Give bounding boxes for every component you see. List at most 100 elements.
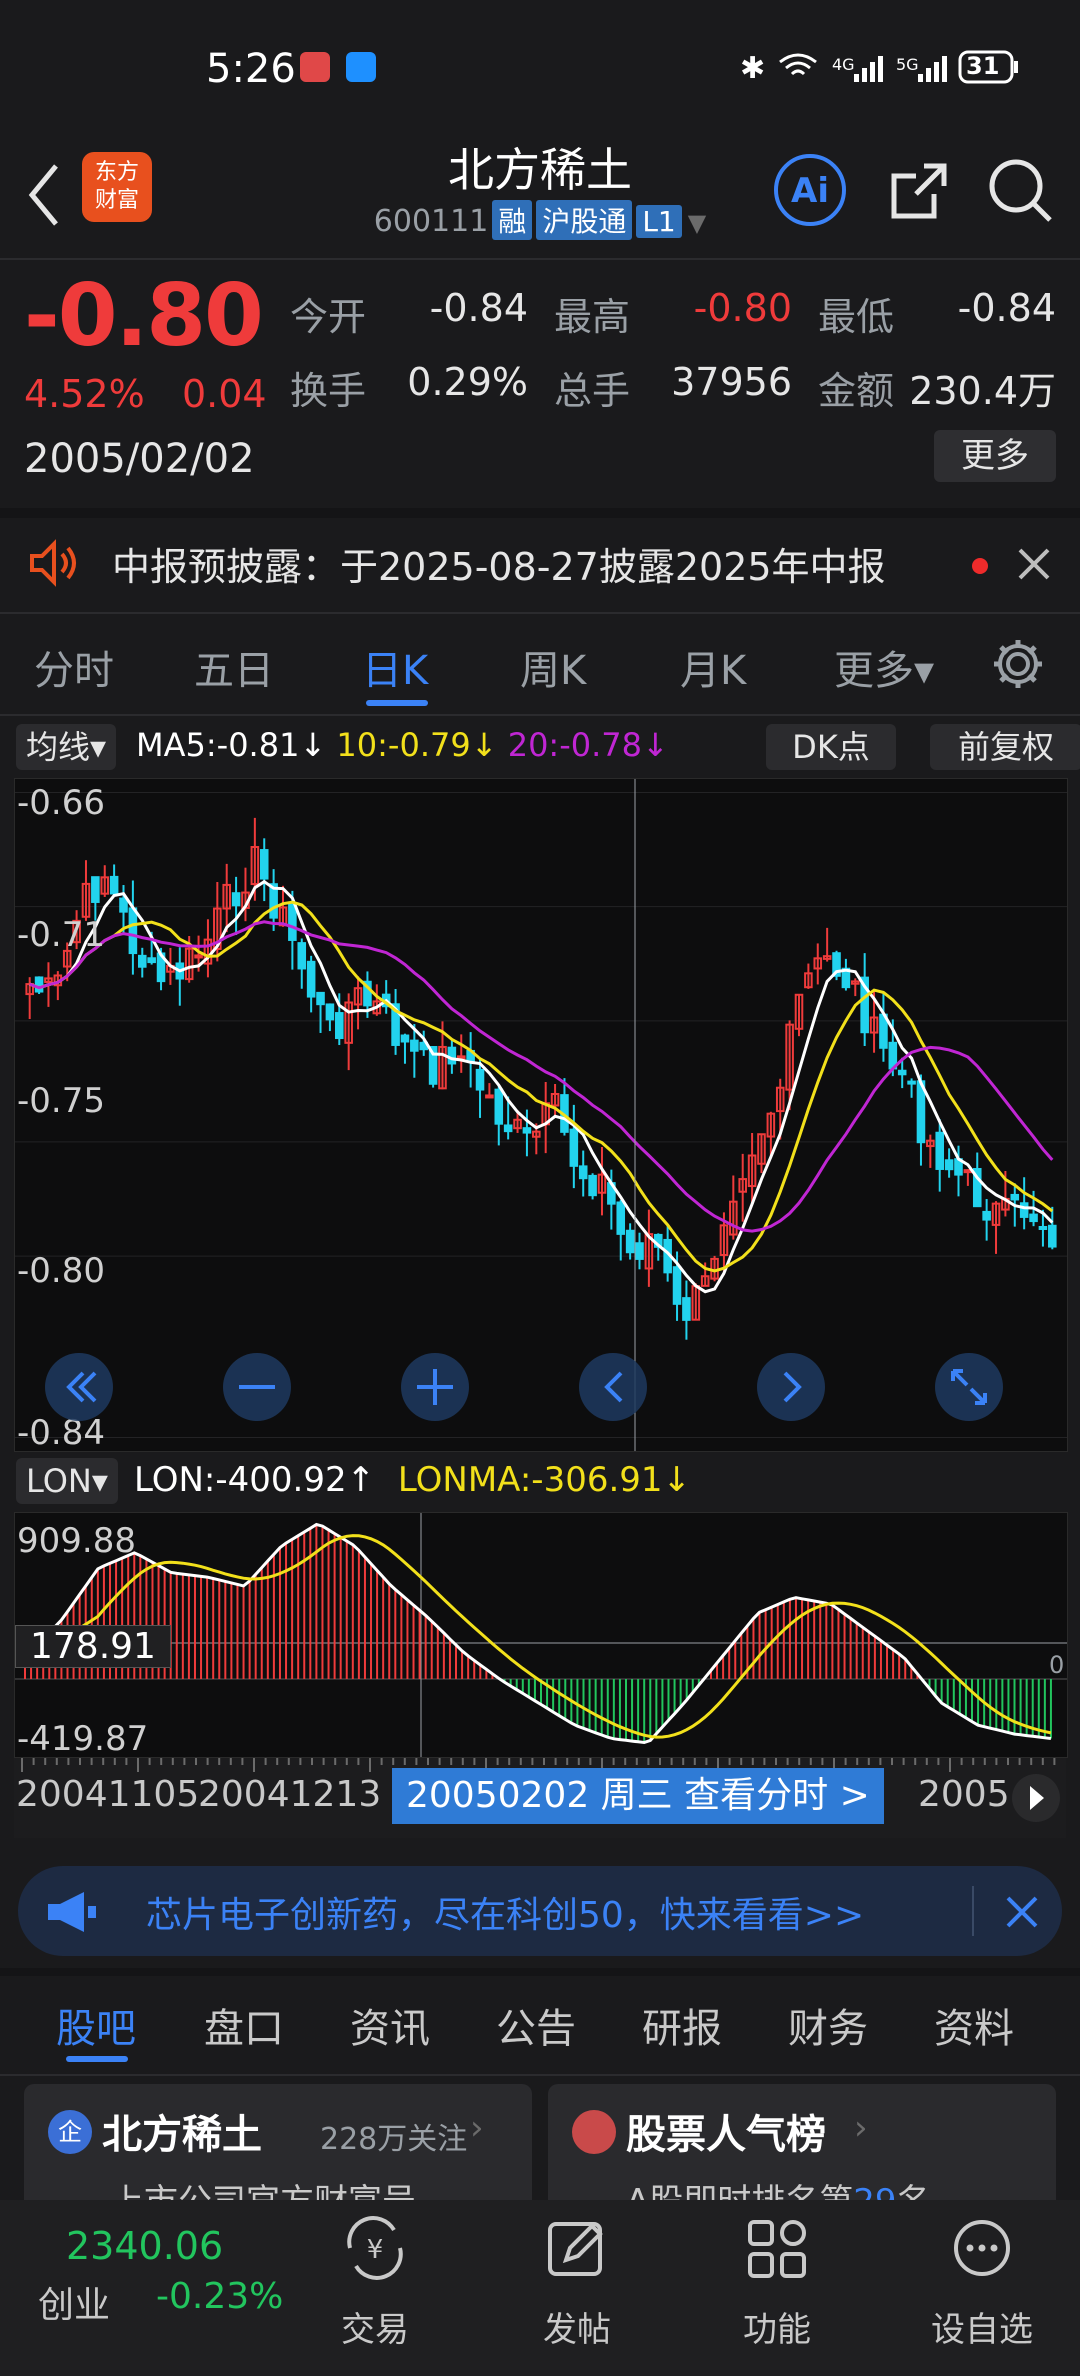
ad-text: 芯片电子创新药，尽在科创50，快来看看>> [146, 1895, 865, 1936]
candle-body [1048, 1224, 1057, 1248]
notice-bar[interactable]: 中报预披露：于2025-08-27披露2025年中报 [0, 518, 1080, 610]
date-axis: 20041105 20041213 20050202 周三 查看分时 > 200… [14, 1758, 1066, 1838]
tab-announcements[interactable]: 公告 [496, 1996, 576, 2054]
candle-body [982, 1210, 991, 1221]
divider [0, 258, 1080, 260]
svg-text:5G: 5G [896, 55, 919, 74]
gear-icon[interactable] [990, 636, 1046, 692]
candle-body [588, 1174, 597, 1197]
battery-level: 31 [966, 52, 1000, 80]
candle-body [1010, 1193, 1020, 1201]
candle-body [447, 1046, 457, 1065]
tab-more[interactable]: 更多▾ [834, 638, 934, 696]
sub-indicator-select[interactable]: LON▾ [16, 1458, 118, 1504]
tab-timeshare[interactable]: 分时 [34, 638, 114, 696]
nav-label: 功能 [743, 2310, 811, 2350]
post-nav-item[interactable]: 发帖 [518, 2216, 636, 2366]
popularity-title: 股票人气榜 [626, 2112, 826, 2158]
close-icon[interactable] [1004, 1894, 1040, 1930]
svg-text:4G: 4G [832, 55, 855, 74]
low-value: -0.84 [957, 286, 1056, 330]
tab-five-day[interactable]: 五日 [194, 638, 274, 696]
change-pct: 4.52% [24, 372, 145, 416]
kline-chart[interactable]: -0.66 -0.71 -0.75 -0.80 -0.84 [14, 778, 1068, 1453]
chevron-right-icon: › [854, 2108, 868, 2148]
ma5-value: MA5:-0.81↓ [136, 726, 327, 764]
candle-body [475, 1068, 485, 1091]
next-candle-button[interactable] [757, 1353, 825, 1421]
indicator-type-select[interactable]: 均线▾ [16, 724, 117, 770]
caret-down-icon[interactable]: ▼ [688, 209, 706, 237]
functions-nav-item[interactable]: 功能 [718, 2216, 836, 2366]
candle-body [578, 1165, 588, 1180]
candle-body [400, 1034, 410, 1043]
scroll-left-fast-button[interactable] [45, 1353, 113, 1421]
zoom-out-button[interactable] [223, 1353, 291, 1421]
enterprise-badge-icon: 企 [48, 2110, 92, 2154]
yen-exchange-icon: ¥ [347, 2216, 403, 2280]
date-label: 20041213 [198, 1774, 382, 1815]
view-timeshare-button[interactable]: 20050202 周三 查看分时 > [392, 1768, 884, 1824]
low-label: 最低 [818, 295, 895, 339]
candle-body [297, 942, 307, 970]
tab-orderbook[interactable]: 盘口 [204, 1996, 284, 2054]
nav-label: 发帖 [543, 2310, 611, 2350]
candle-body [410, 1039, 419, 1052]
svg-text:¥: ¥ [367, 2235, 384, 2265]
fullscreen-button[interactable] [935, 1353, 1003, 1421]
divider [0, 2074, 1080, 2076]
tab-forum[interactable]: 股吧 [56, 1996, 136, 2054]
chevron-right-icon: › [470, 2108, 484, 2148]
candle-body [616, 1201, 626, 1235]
active-tab-indicator [366, 700, 428, 706]
lon-chart[interactable]: 909.88 178.91 -419.87 0 [14, 1512, 1068, 1759]
tab-weekly-k[interactable]: 周K [520, 638, 586, 696]
change-value: 0.04 [182, 372, 267, 416]
dk-points-button[interactable]: DK点 [766, 724, 896, 770]
lon-values: LON:-400.92↑ LONMA:-306.91↓ [134, 1460, 691, 1500]
candle-body [306, 960, 316, 998]
tab-research[interactable]: 研报 [642, 1996, 722, 2054]
ma-line-5 [29, 879, 1054, 1294]
megaphone-icon [48, 1892, 96, 1932]
zoom-in-button[interactable] [401, 1353, 469, 1421]
candle-body [128, 907, 138, 955]
volume-label: 总手 [554, 369, 631, 413]
divider [0, 1968, 1080, 1976]
tab-financials[interactable]: 财务 [788, 1996, 868, 2054]
candle-body [944, 1159, 954, 1171]
quote-date: 2005/02/02 [24, 436, 255, 482]
open-label: 今开 [290, 295, 367, 339]
add-watchlist-nav-item[interactable]: 设自选 [912, 2216, 1052, 2366]
tab-daily-k[interactable]: 日K [362, 638, 428, 696]
volume-value: 37956 [671, 360, 792, 404]
tab-monthly-k[interactable]: 月K [680, 638, 746, 696]
candle-body [34, 976, 44, 993]
status-bar: 5:26 ✱ 4G 5G 31 [0, 0, 1080, 130]
price-adjust-button[interactable]: 前复权 [930, 724, 1080, 770]
divider [0, 714, 1080, 716]
candle-body [259, 849, 269, 880]
play-icon[interactable] [1010, 1772, 1062, 1824]
lon-canvas [15, 1513, 1067, 1757]
high-value: -0.80 [693, 286, 792, 330]
candle-body [485, 1094, 494, 1099]
close-icon[interactable] [1016, 546, 1052, 582]
tab-profile[interactable]: 资料 [934, 1996, 1014, 2054]
tab-news[interactable]: 资讯 [350, 1996, 430, 2054]
candle-body [316, 991, 325, 1006]
chart-controls [45, 1353, 1003, 1421]
clock: 5:26 [206, 46, 296, 92]
ad-banner[interactable]: 芯片电子创新药，尽在科创50，快来看看>> [18, 1866, 1062, 1956]
level-tag: L1 [636, 205, 682, 238]
ranking-icon [572, 2110, 616, 2154]
date-label: 20041105 [16, 1774, 200, 1815]
prev-candle-button[interactable] [579, 1353, 647, 1421]
grid-icon [748, 2220, 806, 2278]
lon-value: LON:-400.92↑ [134, 1460, 376, 1500]
more-quote-button[interactable]: 更多 [934, 430, 1056, 482]
candle-body [682, 1297, 691, 1321]
turnover-label: 换手 [290, 369, 367, 413]
trade-nav-item[interactable]: ¥ 交易 [316, 2216, 434, 2366]
candle-body [119, 897, 128, 913]
